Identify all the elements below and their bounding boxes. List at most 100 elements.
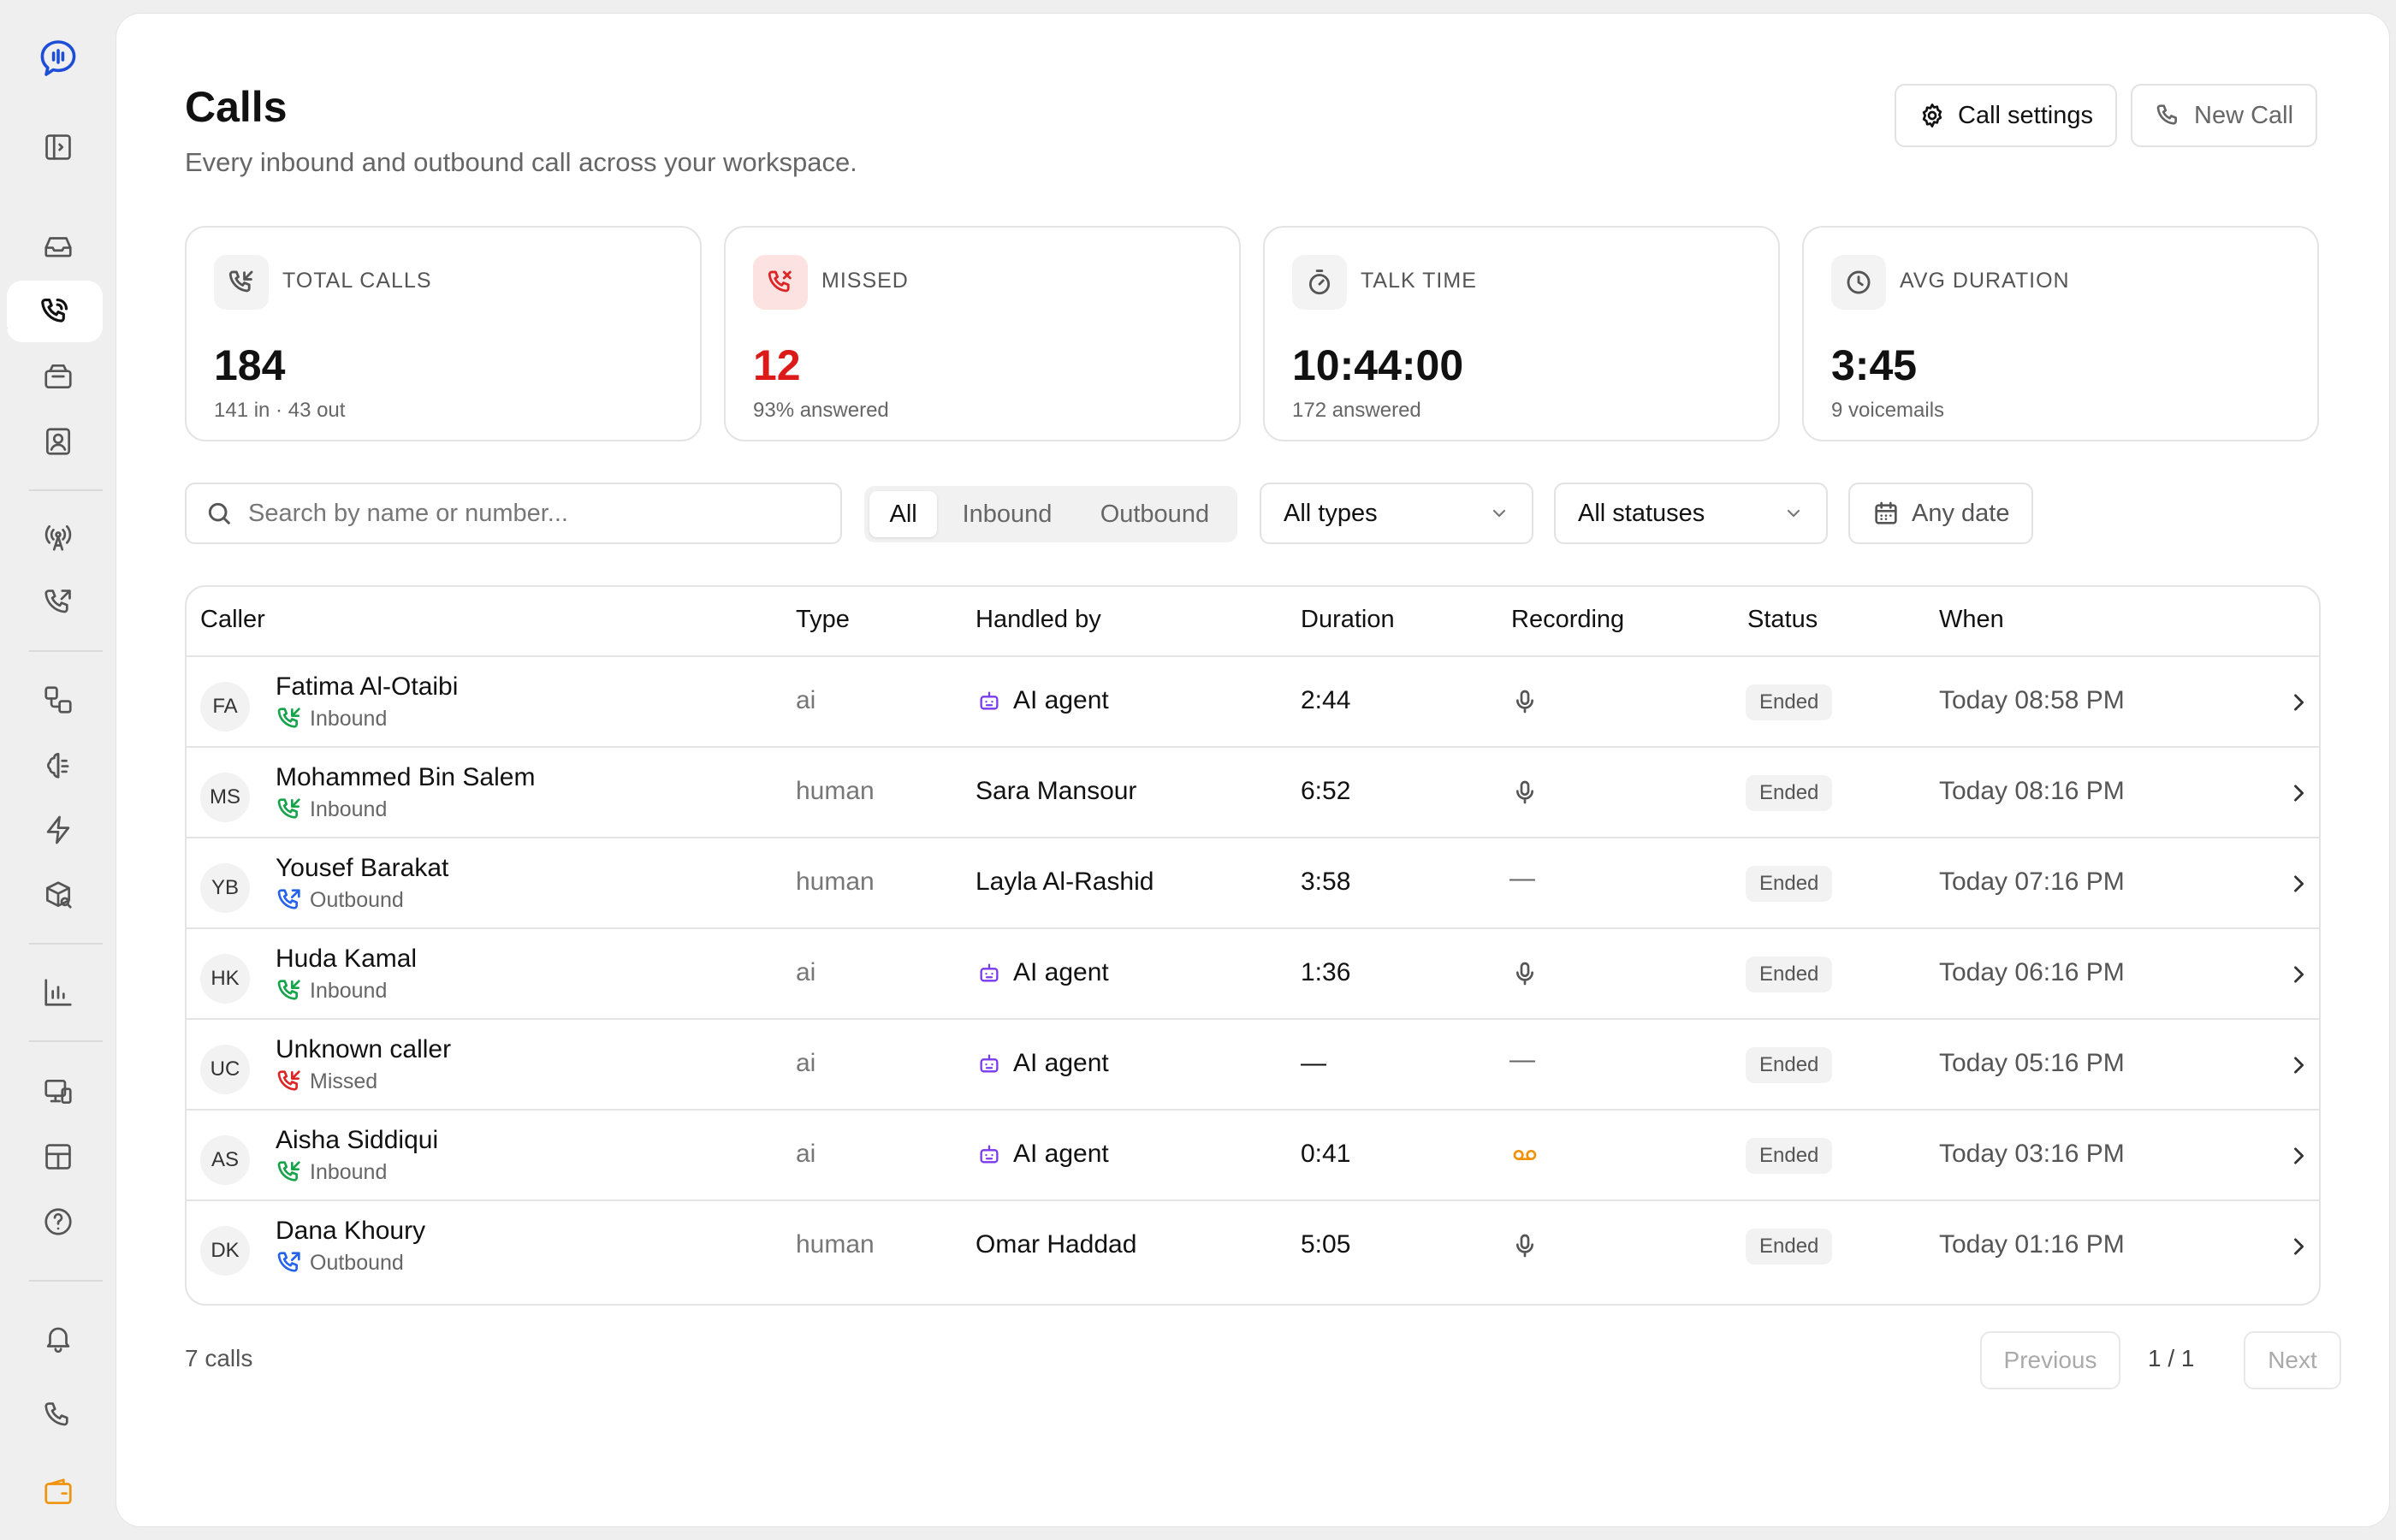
stat-value: 12 <box>753 341 801 389</box>
toggle-sidebar-icon[interactable] <box>0 116 116 178</box>
notifications-icon[interactable] <box>0 1307 116 1369</box>
phone-incoming-icon <box>276 705 303 732</box>
knowledge-icon[interactable] <box>0 864 116 926</box>
phone-icon[interactable] <box>0 1384 116 1446</box>
logo-icon[interactable] <box>0 27 116 89</box>
segment-outbound[interactable]: Outbound <box>1077 491 1232 537</box>
caller-name: Yousef Barakat <box>276 854 449 882</box>
call-time: Today 08:16 PM <box>1939 777 2125 805</box>
call-direction-label: Missed <box>310 1069 378 1093</box>
search-input[interactable] <box>248 499 804 528</box>
search-box[interactable] <box>185 483 842 544</box>
microphone-icon[interactable] <box>1509 1230 1540 1261</box>
clock-icon <box>1831 255 1886 310</box>
chevron-right-icon[interactable] <box>2286 962 2310 986</box>
call-direction: Inbound <box>276 977 387 1004</box>
call-type: human <box>796 1230 875 1259</box>
wallet-icon[interactable] <box>0 1461 116 1523</box>
caller-name: Aisha Siddiqui <box>276 1126 439 1154</box>
gear-icon <box>1919 102 1946 129</box>
table-row[interactable]: MS Mohammed Bin Salem Inbound human Sara… <box>187 748 2319 838</box>
chevron-right-icon[interactable] <box>2286 872 2310 896</box>
campaigns-icon[interactable] <box>0 346 116 407</box>
table-row[interactable]: HK Huda Kamal Inbound ai AI agent 1:36 E… <box>187 929 2319 1020</box>
devices-icon[interactable] <box>0 1061 116 1122</box>
call-direction-label: Inbound <box>310 1159 388 1184</box>
layout-icon[interactable] <box>0 1126 116 1188</box>
call-duration: 0:41 <box>1301 1140 1351 1168</box>
table-row[interactable]: YB Yousef Barakat Outbound human Layla A… <box>187 838 2319 929</box>
table-row[interactable]: AS Aisha Siddiqui Inbound ai AI agent 0:… <box>187 1111 2319 1201</box>
inbox-icon[interactable] <box>0 216 116 277</box>
status-dropdown[interactable]: All statuses <box>1554 483 1828 544</box>
avatar: YB <box>200 863 250 913</box>
status-badge: Ended <box>1746 684 1833 720</box>
handled-by: Omar Haddad <box>976 1230 1136 1259</box>
stat-subtext: 9 voicemails <box>1831 399 1945 422</box>
column-header-type[interactable]: Type <box>796 606 850 634</box>
table-row[interactable]: UC Unknown caller Missed ai AI agent — —… <box>187 1020 2319 1111</box>
column-header-handled-by[interactable]: Handled by <box>976 606 1101 634</box>
phone-missed-icon <box>276 1068 303 1095</box>
sidebar-divider <box>29 489 103 491</box>
call-settings-label: Call settings <box>1958 101 2093 129</box>
column-header-recording[interactable]: Recording <box>1511 606 1624 634</box>
chevron-right-icon[interactable] <box>2286 1144 2310 1168</box>
handled-by-label: AI agent <box>1013 1140 1109 1168</box>
voicemail-icon[interactable] <box>1509 1140 1540 1170</box>
segment-inbound[interactable]: Inbound <box>937 491 1077 537</box>
analytics-icon[interactable] <box>0 962 116 1023</box>
call-settings-button[interactable]: Call settings <box>1895 84 2117 147</box>
contacts-icon[interactable] <box>0 411 116 472</box>
call-direction: Inbound <box>276 796 387 823</box>
call-duration: 3:58 <box>1301 868 1351 896</box>
date-filter-button[interactable]: Any date <box>1848 483 2033 544</box>
type-dropdown-value: All types <box>1284 499 1378 527</box>
avatar: MS <box>200 773 250 822</box>
call-direction: Missed <box>276 1068 377 1095</box>
microphone-icon[interactable] <box>1509 686 1540 717</box>
handled-by: AI agent <box>977 686 1109 715</box>
next-page-button[interactable]: Next <box>2244 1331 2341 1389</box>
phone-incoming-icon <box>276 796 303 823</box>
new-call-button[interactable]: New Call <box>2131 84 2318 147</box>
robot-icon <box>977 689 1001 713</box>
flows-icon[interactable] <box>0 669 116 731</box>
stat-subtext: 172 answered <box>1292 399 1421 422</box>
stat-card-avg-duration: AVG DURATION 3:45 9 voicemails <box>1802 226 2319 441</box>
microphone-icon[interactable] <box>1509 958 1540 989</box>
chevron-right-icon[interactable] <box>2286 690 2310 714</box>
calendar-icon <box>1872 500 1900 527</box>
chevron-right-icon[interactable] <box>2286 1235 2310 1259</box>
stat-subtext: 93% answered <box>753 399 889 422</box>
caller-name: Fatima Al-Otaibi <box>276 672 459 701</box>
status-badge: Ended <box>1746 866 1833 902</box>
calls-icon[interactable] <box>7 281 103 342</box>
column-header-duration[interactable]: Duration <box>1301 606 1395 634</box>
chevron-right-icon[interactable] <box>2286 1053 2310 1077</box>
call-direction: Inbound <box>276 705 387 732</box>
stat-card-total-calls: TOTAL CALLS 184 141 in · 43 out <box>185 226 702 441</box>
outbound-call-icon[interactable] <box>0 572 116 633</box>
table-row[interactable]: FA Fatima Al-Otaibi Inbound ai AI agent … <box>187 657 2319 748</box>
previous-page-button[interactable]: Previous <box>1980 1331 2120 1389</box>
new-call-label: New Call <box>2194 101 2294 129</box>
broadcast-icon[interactable] <box>0 506 116 568</box>
automations-icon[interactable] <box>0 799 116 861</box>
column-header-status[interactable]: Status <box>1747 606 1818 634</box>
avatar: AS <box>200 1135 250 1185</box>
microphone-icon[interactable] <box>1509 777 1540 808</box>
help-icon[interactable] <box>0 1191 116 1253</box>
sidebar-divider <box>29 650 103 652</box>
call-direction: Outbound <box>276 1249 404 1276</box>
table-row[interactable]: DK Dana Khoury Outbound human Omar Hadda… <box>187 1201 2319 1292</box>
status-badge: Ended <box>1746 1138 1833 1174</box>
column-header-caller[interactable]: Caller <box>200 606 265 634</box>
column-header-when[interactable]: When <box>1939 606 2004 634</box>
status-badge: Ended <box>1746 1047 1833 1083</box>
chevron-right-icon[interactable] <box>2286 781 2310 805</box>
segment-all[interactable]: All <box>869 491 938 537</box>
type-dropdown[interactable]: All types <box>1260 483 1533 544</box>
handled-by: Layla Al-Rashid <box>976 868 1154 897</box>
ai-brain-icon[interactable] <box>0 734 116 796</box>
